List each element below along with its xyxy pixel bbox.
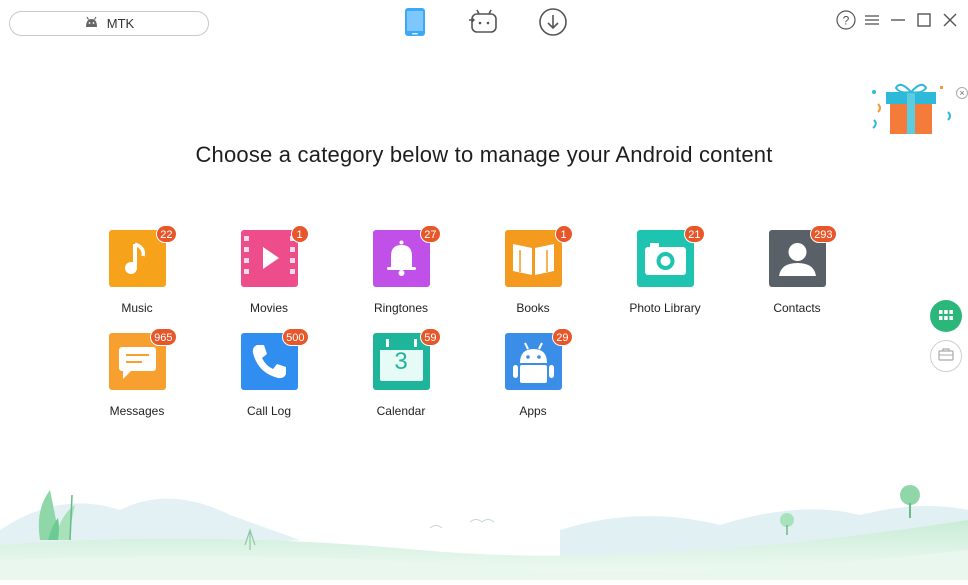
phone-handset-icon: 500 [240, 328, 309, 390]
help-icon: ? [836, 9, 856, 35]
calendar-day: 3 [394, 348, 408, 375]
person-silhouette-icon: 293 [768, 225, 837, 287]
count-badge: 59 [420, 328, 441, 346]
music-note-icon: 22 [108, 225, 177, 287]
download-icon [538, 7, 568, 42]
category-label: Call Log [246, 404, 292, 418]
count-badge: 27 [420, 225, 441, 243]
top-navigation [0, 6, 968, 42]
grid-view-icon [939, 307, 953, 325]
category-call-log[interactable]: 500 Call Log [209, 328, 329, 418]
category-ringtones[interactable]: 27 Ringtones [341, 225, 461, 315]
count-badge: 29 [552, 328, 573, 346]
downloader-tab[interactable] [535, 6, 571, 42]
count-badge: 293 [810, 225, 837, 243]
category-label: Calendar [376, 404, 426, 418]
category-label: Photo Library [629, 301, 701, 315]
category-label: Apps [519, 404, 547, 418]
count-badge: 22 [156, 225, 177, 243]
bell-icon: 27 [372, 225, 441, 287]
grid-view-button[interactable] [930, 300, 962, 332]
svg-text:?: ? [843, 13, 850, 27]
phone-icon [404, 7, 426, 42]
open-book-icon: 1 [504, 225, 573, 287]
menu-button[interactable] [862, 12, 882, 32]
count-badge: 1 [554, 225, 573, 243]
camera-icon: 21 [636, 225, 705, 287]
category-messages[interactable]: 965 Messages [77, 328, 197, 418]
help-button[interactable]: ? [836, 9, 856, 35]
category-movies[interactable]: 1 Movies [209, 225, 329, 315]
minimize-icon [890, 13, 906, 32]
category-apps[interactable]: 29 Apps [473, 328, 593, 418]
android-robot-icon: 29 [504, 328, 573, 390]
menu-icon [864, 13, 880, 32]
close-button[interactable] [940, 12, 960, 32]
category-label: Ringtones [373, 301, 429, 315]
chat-bubble-icon: 965 [108, 328, 177, 390]
gift-close-button[interactable]: × [956, 87, 968, 99]
calendar-icon: 3 59 [372, 328, 441, 390]
toolbox-icon [938, 347, 954, 366]
close-icon [942, 12, 958, 33]
android-transfer-icon [469, 8, 499, 41]
window-controls: ? [836, 9, 960, 35]
count-badge: 500 [282, 328, 309, 346]
category-label: Music [121, 301, 153, 315]
category-music[interactable]: 22 Music [77, 225, 197, 315]
page-title: Choose a category below to manage your A… [195, 142, 773, 167]
maximize-icon [916, 12, 932, 33]
category-label: Messages [109, 404, 165, 418]
count-badge: 21 [684, 225, 705, 243]
decorative-landscape [0, 470, 968, 580]
category-calendar[interactable]: 3 59 Calendar [341, 328, 461, 418]
gift-promo[interactable] [870, 82, 960, 142]
category-contacts[interactable]: 293 Contacts [737, 225, 857, 315]
category-label: Movies [249, 301, 288, 315]
category-books[interactable]: 1 Books [473, 225, 593, 315]
maximize-button[interactable] [914, 12, 934, 32]
count-badge: 1 [290, 225, 309, 243]
minimize-button[interactable] [888, 12, 908, 32]
toolbox-button[interactable] [930, 340, 962, 372]
category-label: Books [516, 301, 550, 315]
category-label: Contacts [773, 301, 821, 315]
category-photo-library[interactable]: 21 Photo Library [605, 225, 725, 315]
device-manager-tab[interactable] [397, 6, 433, 42]
film-play-icon: 1 [240, 225, 309, 287]
android-mirror-tab[interactable] [466, 6, 502, 42]
count-badge: 965 [150, 328, 177, 346]
